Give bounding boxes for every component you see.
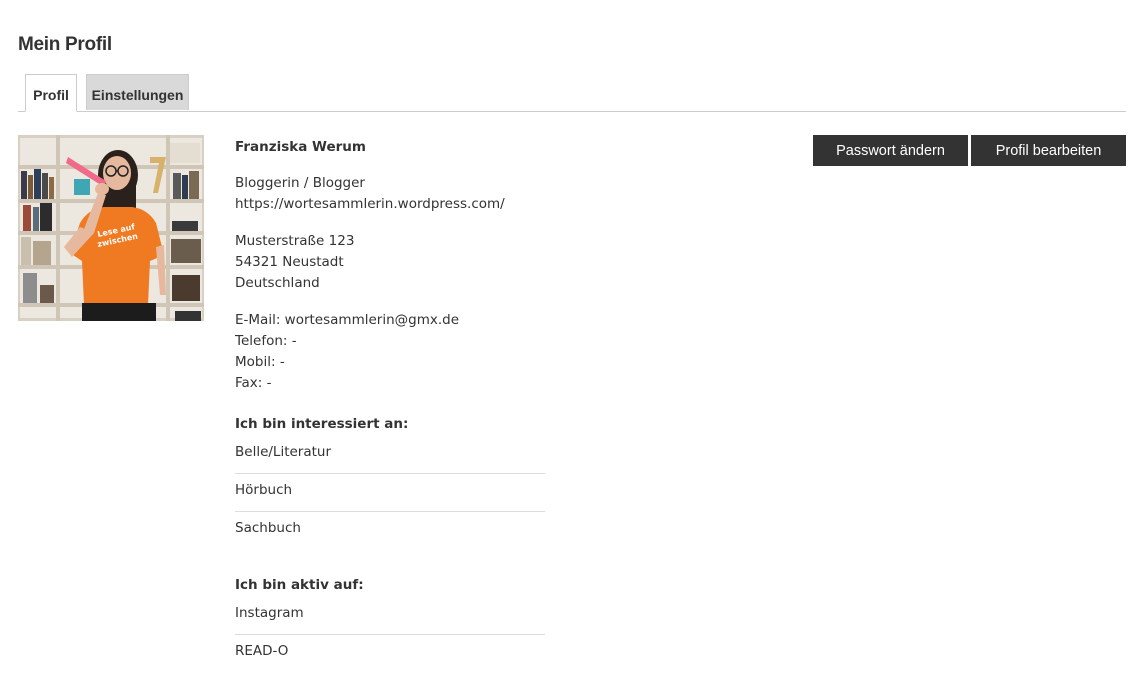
edit-profile-button[interactable]: Profil bearbeiten [971,135,1126,166]
contact-mobile: Mobil: - [235,354,285,370]
profile-photo: Lese auf zwischen [18,135,204,321]
profile-name: Franziska Werum [235,139,366,155]
list-item: READ-O [235,643,289,659]
interests-heading: Ich bin interessiert an: [235,416,409,432]
active-on-heading: Ich bin aktiv auf: [235,577,364,593]
tab-einstellungen[interactable]: Einstellungen [86,74,189,110]
list-item: Belle/Literatur [235,436,545,474]
profile-contact: E-Mail: wortesammlerin@gmx.de Telefon: -… [235,310,755,394]
profile-address: Musterstraße 123 54321 Neustadt Deutschl… [235,231,755,294]
contact-email: E-Mail: wortesammlerin@gmx.de [235,312,460,328]
page-title: Mein Profil [18,34,112,55]
contact-phone: Telefon: - [235,333,297,349]
contact-fax: Fax: - [235,375,272,391]
address-city: 54321 Neustadt [235,254,344,270]
address-street: Musterstraße 123 [235,233,355,249]
profile-website: https://wortesammlerin.wordpress.com/ [235,196,505,212]
list-item: Hörbuch [235,474,545,512]
tab-bar: Profil Einstellungen [18,74,1126,112]
active-on-list: Instagram READ-O [235,597,545,672]
tab-profil[interactable]: Profil [25,74,77,112]
interests-list: Belle/Literatur Hörbuch Sachbuch [235,436,545,549]
address-country: Deutschland [235,275,320,291]
profile-details: Franziska Werum Bloggerin / Blogger http… [235,137,755,672]
profile-page: Mein Profil Profil Einstellungen Lese au… [0,0,1140,698]
change-password-button[interactable]: Passwort ändern [813,135,968,166]
profile-meta: Bloggerin / Blogger https://wortesammler… [235,173,755,215]
list-item: Sachbuch [235,520,301,536]
list-item: Instagram [235,597,545,635]
profile-role: Bloggerin / Blogger [235,175,365,191]
